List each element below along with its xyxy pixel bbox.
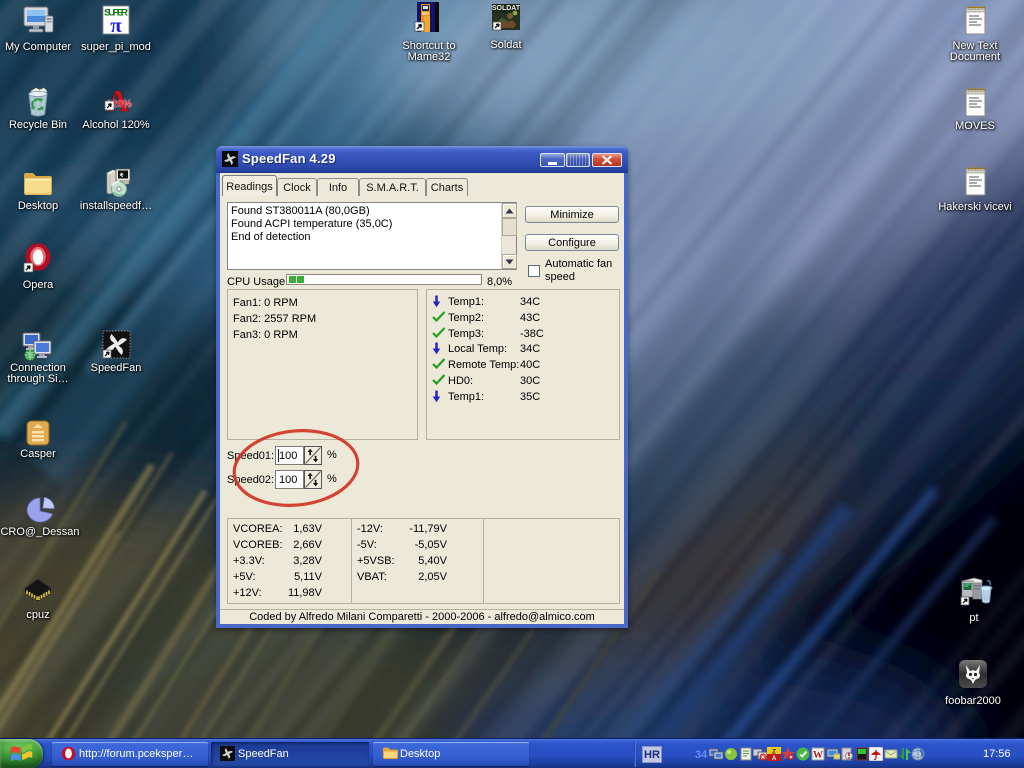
svg-text:A: A (772, 756, 777, 761)
svg-text:Z: Z (772, 750, 776, 756)
svg-text:π: π (110, 13, 122, 37)
svg-text:34: 34 (695, 749, 708, 761)
svg-text:W: W (813, 750, 823, 761)
svg-text:SOLDAT: SOLDAT (492, 5, 521, 12)
